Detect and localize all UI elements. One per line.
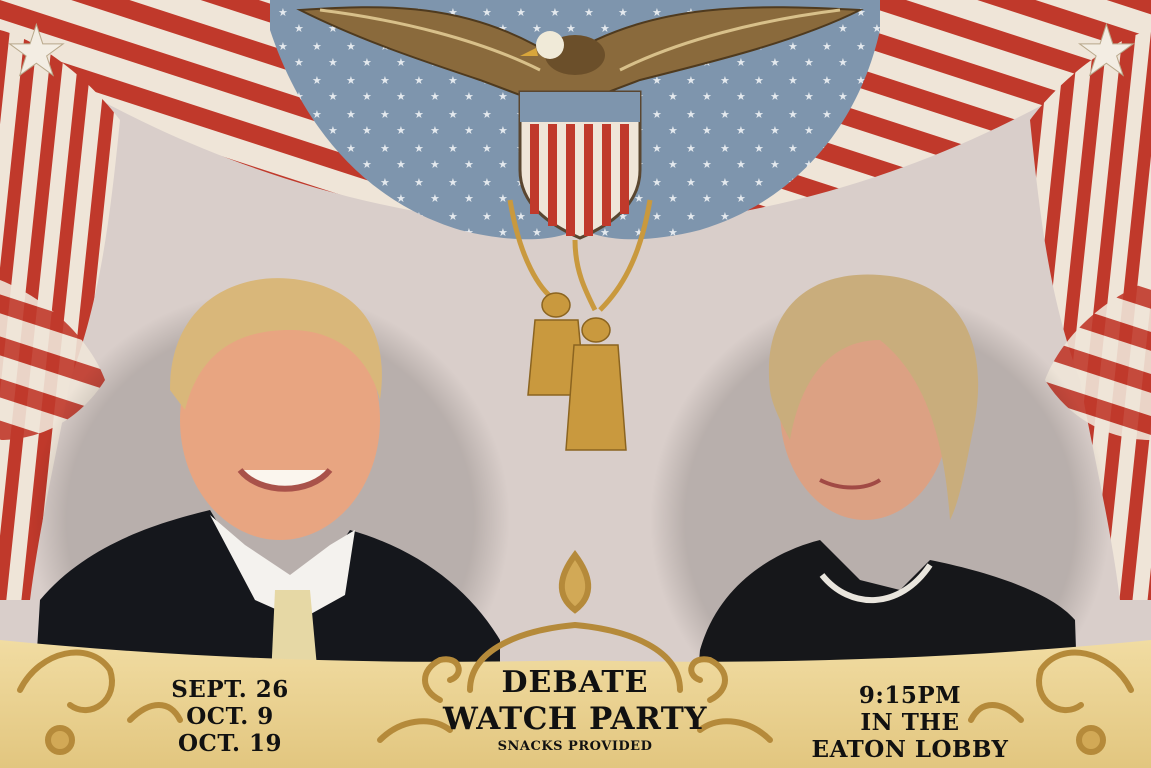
event-title-block: DEBATE WATCH PARTY SNACKS PROVIDED	[410, 668, 740, 756]
right-star-icon: ★	[1075, 10, 1138, 92]
location-line1: IN THE	[860, 709, 960, 736]
poster-artwork: ★ ★	[0, 0, 1151, 768]
event-time-location: 9:15PM IN THE EATON LOBBY	[800, 684, 1020, 765]
date-1: SEPT. 26	[171, 676, 289, 703]
date-2: OCT. 9	[186, 703, 274, 730]
left-star-icon: ★	[5, 10, 68, 92]
event-title-line2: WATCH PARTY	[442, 701, 708, 737]
event-title-line1: DEBATE	[501, 665, 649, 700]
event-time: 9:15PM	[858, 682, 962, 709]
event-subtitle: SNACKS PROVIDED	[497, 739, 653, 754]
location-line2: EATON LOBBY	[811, 736, 1009, 763]
debate-poster: ★ ★ SEPT. 26 OCT. 9 OCT. 19 DEBATE WATCH…	[0, 0, 1151, 768]
debate-dates: SEPT. 26 OCT. 9 OCT. 19	[150, 678, 310, 759]
date-3: OCT. 19	[177, 730, 282, 757]
